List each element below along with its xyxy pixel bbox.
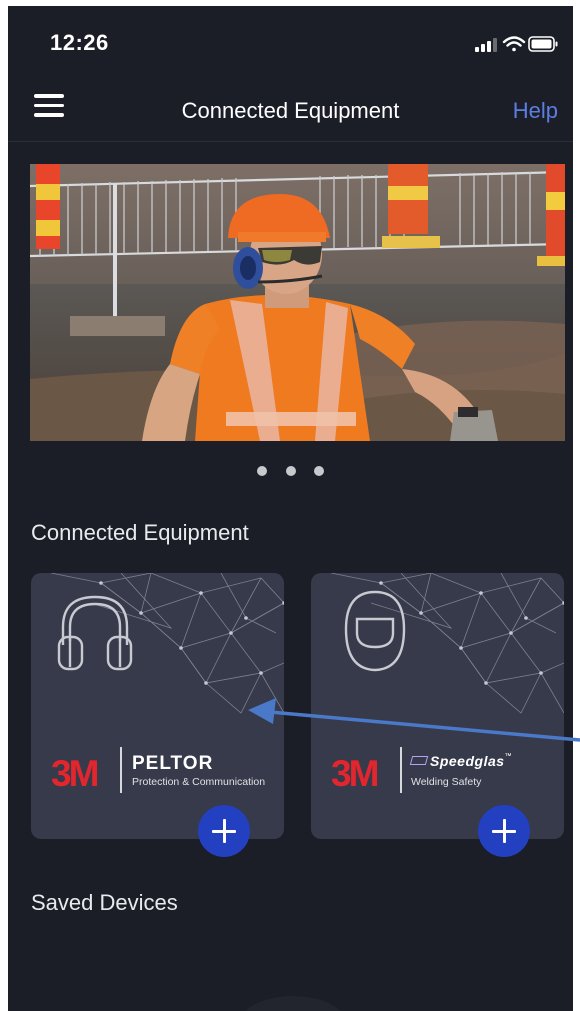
3m-logo: 3M bbox=[51, 753, 99, 794]
speedglas-brand-name: Speedglas™ bbox=[409, 753, 513, 769]
speedglas-brand-subtitle: Welding Safety bbox=[411, 776, 482, 788]
add-speedglas-device-button[interactable] bbox=[478, 805, 530, 857]
status-bar: 12:26 bbox=[8, 6, 573, 78]
saved-devices-heading: Saved Devices bbox=[31, 890, 178, 915]
headset-icon bbox=[57, 595, 133, 671]
trademark-symbol: ™ bbox=[504, 753, 513, 760]
carousel-dot[interactable] bbox=[313, 466, 324, 476]
3m-logo: 3M bbox=[331, 753, 379, 794]
navigation-bar: Connected Equipment Help bbox=[8, 78, 573, 142]
carousel-pagination bbox=[8, 463, 573, 481]
bottom-button-partial[interactable] bbox=[238, 996, 348, 1011]
hero-carousel-image[interactable] bbox=[30, 164, 565, 441]
add-peltor-device-button[interactable] bbox=[198, 805, 250, 857]
connected-equipment-heading: Connected Equipment bbox=[31, 520, 249, 545]
brand-divider bbox=[120, 747, 122, 793]
welding-helmet-icon bbox=[344, 590, 406, 672]
signal-icon bbox=[475, 38, 497, 52]
carousel-dot[interactable] bbox=[257, 466, 268, 476]
help-button[interactable]: Help bbox=[513, 98, 558, 124]
carousel-dot[interactable] bbox=[285, 466, 296, 476]
peltor-device-card[interactable]: 3M PELTOR Protection & Communication bbox=[31, 573, 284, 857]
peltor-brand-name: PELTOR bbox=[132, 753, 214, 774]
brand-divider bbox=[400, 747, 402, 793]
speedglas-brand-text: Speedglas bbox=[430, 753, 505, 769]
peltor-brand-subtitle: Protection & Communication bbox=[132, 776, 266, 788]
menu-line bbox=[34, 94, 64, 98]
speedglas-logo-mark bbox=[409, 756, 429, 765]
wifi-icon bbox=[502, 36, 526, 52]
page-title: Connected Equipment bbox=[181, 98, 400, 123]
speedglas-device-card[interactable]: 3M Speedglas™ Welding Safety bbox=[311, 573, 564, 857]
status-icons bbox=[475, 36, 558, 52]
app-screen: 12:26 Connected Equipment Help Connected… bbox=[8, 6, 573, 1011]
status-time: 12:26 bbox=[50, 30, 109, 55]
battery-icon bbox=[528, 36, 558, 52]
